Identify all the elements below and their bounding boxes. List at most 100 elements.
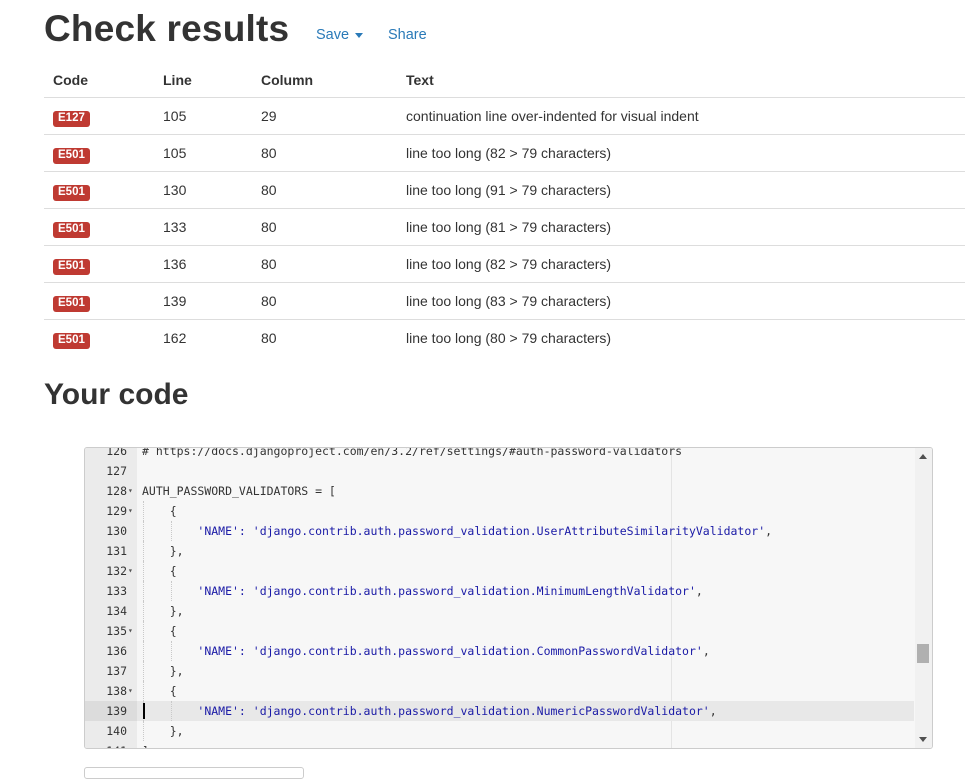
code-line[interactable]: 126 # https://docs.djangoproject.com/en/3… <box>85 447 914 461</box>
code-line[interactable]: 134 }, <box>85 601 914 621</box>
cell-line: 136 <box>154 245 252 283</box>
code-text: { <box>142 561 177 581</box>
column-header-code: Code <box>44 62 154 98</box>
code-text: 'NAME': 'django.contrib.auth.password_va… <box>142 701 716 721</box>
code-line[interactable]: 127 <box>85 461 914 481</box>
cell-code: E501 <box>44 320 154 357</box>
code-plain: { <box>142 504 177 518</box>
line-number: 126 <box>106 447 127 458</box>
cell-code: E127 <box>44 97 154 135</box>
code-text: 'NAME': 'django.contrib.auth.password_va… <box>142 521 772 541</box>
cell-code: E501 <box>44 171 154 209</box>
cell-code: E501 <box>44 134 154 172</box>
fold-toggle-icon[interactable]: ▾ <box>128 681 133 701</box>
results-header-row: Code Line Column Text <box>44 62 965 98</box>
fold-toggle-icon[interactable]: ▾ <box>128 561 133 581</box>
code-text: { <box>142 621 177 641</box>
cell-column: 80 <box>252 134 397 172</box>
fold-toggle-icon[interactable]: ▾ <box>128 481 133 501</box>
code-line[interactable]: 141] <box>85 741 914 748</box>
code-line[interactable]: 136 'NAME': 'django.contrib.auth.passwor… <box>85 641 914 661</box>
scroll-up-arrow-icon[interactable] <box>919 454 927 459</box>
code-plain <box>142 584 197 598</box>
line-number: 133 <box>106 584 127 598</box>
cell-text: line too long (82 > 79 characters) <box>397 134 965 172</box>
code-plain: }, <box>142 604 184 618</box>
cell-line: 162 <box>163 330 187 346</box>
code-plain: { <box>142 624 177 638</box>
cell-column: 80 <box>252 171 397 209</box>
code-line[interactable]: 140 }, <box>85 721 914 741</box>
code-string: 'NAME': 'django.contrib.auth.password_va… <box>197 644 703 658</box>
code-text: }, <box>142 721 184 741</box>
column-header-text: Text <box>397 62 965 98</box>
code-line[interactable]: 131 }, <box>85 541 914 561</box>
code-string: 'NAME': 'django.contrib.auth.password_va… <box>197 524 766 538</box>
code-plain: { <box>142 564 177 578</box>
save-dropdown-button[interactable]: Save <box>316 27 364 43</box>
editor-scrollbar[interactable] <box>915 448 932 748</box>
cell-column: 80 <box>252 245 397 283</box>
code-plain: AUTH_PASSWORD_VALIDATORS = [ <box>142 484 336 498</box>
code-line[interactable]: 133 'NAME': 'django.contrib.auth.passwor… <box>85 581 914 601</box>
code-plain: { <box>142 684 177 698</box>
code-plain <box>142 524 197 538</box>
error-code-badge: E501 <box>53 295 90 312</box>
fold-toggle-icon[interactable]: ▾ <box>128 501 133 521</box>
cell-line: 105 <box>154 134 252 172</box>
code-line[interactable]: 138 ▾ { <box>85 681 914 701</box>
scroll-down-arrow-icon[interactable] <box>919 737 927 742</box>
code-line[interactable]: 132 ▾ { <box>85 561 914 581</box>
below-editor-box <box>84 767 304 779</box>
error-code-badge: E127 <box>53 110 90 127</box>
results-table: Code Line Column Text E127 105 29 continuat… <box>44 62 965 356</box>
code-plain: # https://docs.djangoproject.com/en/3.2/… <box>142 447 683 458</box>
code-text: { <box>142 501 177 521</box>
cell-text: continuation line over-indented for visu… <box>397 97 965 135</box>
table-row: E501 133 80 line too long (81 > 79 characte… <box>44 208 965 246</box>
code-text: { <box>142 681 177 701</box>
error-code-badge: E501 <box>53 258 90 275</box>
cell-code: E501 <box>44 208 154 246</box>
code-punctuation: , <box>702 644 710 658</box>
code-punctuation: , <box>695 584 703 598</box>
table-row: E501 162 80 line too long (80 > 79 characte… <box>44 320 965 357</box>
line-number: 139 <box>106 704 127 718</box>
line-number: 137 <box>106 664 127 678</box>
code-line[interactable]: 130 'NAME': 'django.contrib.auth.passwor… <box>85 521 914 541</box>
code-string: 'NAME': 'django.contrib.auth.password_va… <box>197 584 696 598</box>
code-line[interactable]: 129 ▾ { <box>85 501 914 521</box>
line-number: 135 <box>106 624 127 638</box>
code-text: # https://docs.djangoproject.com/en/3.2/… <box>142 447 683 461</box>
text-cursor <box>143 703 145 719</box>
code-line[interactable]: 139 'NAME': 'django.contrib.auth.passwor… <box>85 701 914 721</box>
line-number: 131 <box>106 544 127 558</box>
line-number: 129 <box>106 504 127 518</box>
fold-toggle-icon[interactable]: ▾ <box>128 621 133 641</box>
code-text: }, <box>142 601 184 621</box>
code-text: ] <box>142 741 149 748</box>
line-number: 141 <box>85 741 127 748</box>
code-line[interactable]: 137 }, <box>85 661 914 681</box>
share-link[interactable]: Share <box>388 27 427 43</box>
cell-text: line too long (83 > 79 characters) <box>397 282 965 320</box>
code-plain <box>142 644 197 658</box>
cell-code: E501 <box>44 282 154 320</box>
code-line[interactable]: 128 ▾ AUTH_PASSWORD_VALIDATORS = [ <box>85 481 914 501</box>
code-plain: }, <box>142 664 184 678</box>
code-editor[interactable]: 126 # https://docs.djangoproject.com/en/3… <box>84 447 933 749</box>
code-line[interactable]: 135 ▾ { <box>85 621 914 641</box>
cell-column: 80 <box>261 330 277 346</box>
line-number: 140 <box>106 724 127 738</box>
scrollbar-thumb[interactable] <box>917 644 929 663</box>
cell-line: 139 <box>154 282 252 320</box>
code-plain: ] <box>142 744 149 748</box>
line-number: 138 <box>106 684 127 698</box>
table-row: E501 136 80 line too long (82 > 79 characte… <box>44 245 965 283</box>
line-number: 132 <box>106 564 127 578</box>
line-number: 128 <box>106 484 127 498</box>
cell-line: 105 <box>154 97 252 135</box>
results-body: E127 105 29 continuation line over-indented… <box>44 97 965 357</box>
cell-text: line too long (80 > 79 characters) <box>406 330 612 346</box>
line-number: 136 <box>106 644 127 658</box>
